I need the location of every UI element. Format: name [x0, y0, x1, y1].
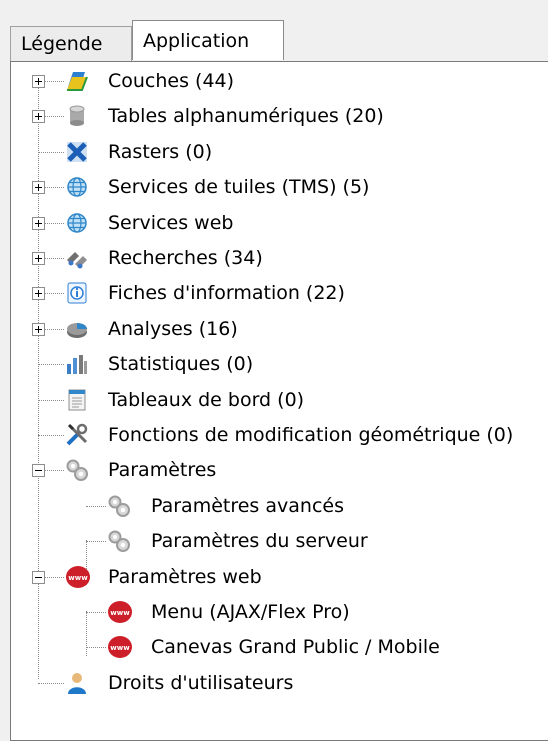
svg-text:www: www: [110, 609, 130, 617]
database-icon: [65, 104, 89, 128]
collapse-button[interactable]: [32, 570, 45, 584]
tree-connector: [38, 399, 64, 401]
pie-chart-icon: [65, 317, 89, 341]
tree-item-label: Paramètres web: [108, 565, 262, 588]
tools-icon: [65, 423, 89, 447]
expand-button[interactable]: [32, 181, 45, 195]
www-icon: www: [107, 635, 132, 659]
tree-item-label: Analyses (16): [108, 317, 238, 340]
collapse-button[interactable]: [32, 464, 45, 478]
gears-icon: [65, 458, 89, 482]
www-icon: www: [65, 565, 90, 589]
tree-item-label: Paramètres du serveur: [151, 530, 368, 553]
expand-button[interactable]: [32, 216, 45, 230]
tree-item[interactable]: Rasters (0): [11, 135, 548, 170]
tree-item[interactable]: Couches (44): [11, 64, 548, 99]
raster-icon: [65, 140, 89, 164]
tree-item[interactable]: Tableaux de bord (0): [11, 383, 548, 418]
tree-connector: [86, 647, 106, 649]
tree-connector: [86, 541, 106, 543]
tree-item[interactable]: Fiches d'information (22): [11, 276, 548, 311]
tree-item[interactable]: Analyses (16): [11, 312, 548, 347]
gears-icon: [107, 494, 131, 518]
expand-button[interactable]: [32, 110, 45, 124]
tree-item-label: Paramètres: [108, 459, 217, 482]
application-tree-panel: Couches (44) Tables alphanumériques (20) R…: [10, 61, 548, 741]
tree-item[interactable]: www Menu (AJAX/Flex Pro): [11, 595, 548, 630]
expand-button[interactable]: [32, 287, 45, 301]
user-icon: [65, 671, 89, 695]
tree-item-label: Statistiques (0): [108, 353, 254, 376]
tree-item[interactable]: Fonctions de modification géométrique (0…: [11, 418, 548, 453]
info-icon: [65, 281, 89, 305]
tree-connector: [86, 505, 106, 507]
expand-button[interactable]: [32, 252, 45, 265]
globe-icon: [65, 175, 89, 199]
tree-connector: [38, 435, 64, 436]
tree-connector: [38, 364, 64, 366]
tree-item[interactable]: Paramètres avancés: [11, 489, 548, 524]
tree-item-label: Tables alphanumériques (20): [108, 105, 384, 128]
tab-legende-label: Légende: [21, 33, 103, 55]
expand-button[interactable]: [32, 322, 45, 336]
dashboard-icon: [65, 388, 89, 412]
tree-item-label: Tableaux de bord (0): [108, 388, 305, 411]
tree-item[interactable]: Recherches (34): [11, 241, 548, 276]
tree-item-label: Services de tuiles (TMS) (5): [108, 176, 370, 199]
bar-chart-icon: [65, 352, 89, 376]
tab-legende[interactable]: Légende: [10, 26, 132, 62]
expand-button[interactable]: [32, 75, 45, 88]
tree-item-label: Paramètres avancés: [151, 494, 344, 517]
tree-item[interactable]: Services de tuiles (TMS) (5): [11, 170, 548, 205]
tree-connector: [86, 612, 106, 613]
tree-item-label: Fonctions de modification géométrique (0…: [108, 424, 514, 446]
www-icon: www: [107, 600, 132, 624]
tree-item[interactable]: www Paramètres web: [11, 560, 548, 595]
tree-item-label: Rasters (0): [108, 140, 213, 163]
tree-item[interactable]: Paramètres du serveur: [11, 524, 548, 559]
svg-text:www: www: [110, 644, 130, 652]
tree-item-label: Services web: [108, 211, 234, 234]
tree-item-label: Recherches (34): [108, 247, 263, 269]
tree-item-label: Fiches d'information (22): [108, 282, 345, 305]
svg-text:www: www: [68, 574, 88, 582]
tree-item[interactable]: Droits d'utilisateurs: [11, 666, 548, 701]
tree-item-label: Menu (AJAX/Flex Pro): [151, 601, 350, 623]
tree-item[interactable]: www Canevas Grand Public / Mobile: [11, 630, 548, 665]
tree-item-label: Canevas Grand Public / Mobile: [151, 636, 440, 659]
application-tree: Couches (44) Tables alphanumériques (20) R…: [11, 62, 548, 740]
tree-item-label: Couches (44): [108, 70, 235, 92]
tree-item-label: Droits d'utilisateurs: [108, 671, 294, 694]
tree-connector: [38, 682, 64, 684]
gears-icon: [107, 529, 131, 553]
tab-application[interactable]: Application: [132, 20, 284, 60]
tree-item[interactable]: Paramètres: [11, 453, 548, 488]
tree-connector: [38, 151, 64, 153]
tree-item[interactable]: Tables alphanumériques (20): [11, 99, 548, 134]
layers-icon: [65, 69, 89, 93]
tree-item[interactable]: Services web: [11, 206, 548, 241]
tree-item[interactable]: Statistiques (0): [11, 347, 548, 382]
globe-icon: [65, 211, 89, 235]
binoculars-icon: [65, 246, 89, 270]
tab-application-label: Application: [143, 30, 250, 52]
